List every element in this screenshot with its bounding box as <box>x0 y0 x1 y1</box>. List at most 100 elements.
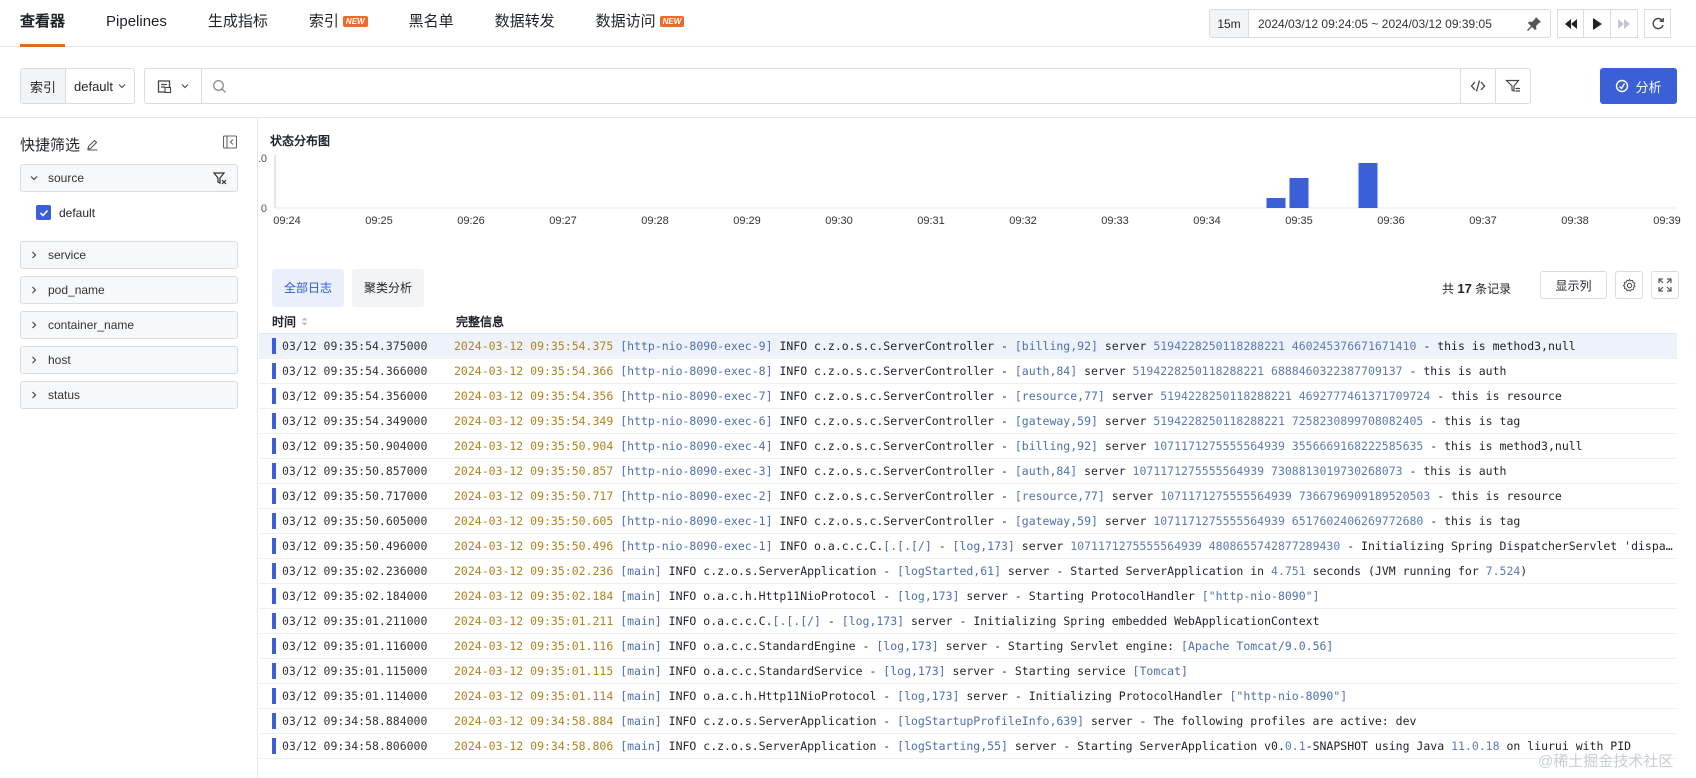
log-level-bar <box>272 613 276 629</box>
message-segment: 2024-03-12 09:35:54.349 <box>454 414 614 428</box>
checkbox-checked[interactable] <box>36 205 51 220</box>
code-icon <box>1470 80 1486 92</box>
message-segment: 2024-03-12 09:35:50.857 <box>454 464 614 478</box>
message-segment: ["http-nio-8090"] <box>1201 589 1320 603</box>
table-row[interactable]: 03/12 09:35:50.496000 2024-03-12 09:35:50… <box>259 534 1677 559</box>
table-row[interactable]: 03/12 09:35:50.904000 2024-03-12 09:35:50… <box>259 434 1677 459</box>
filter-option[interactable]: default <box>36 205 95 220</box>
table-row[interactable]: 03/12 09:35:50.605000 2024-03-12 09:35:50… <box>259 509 1677 534</box>
table-row[interactable]: 03/12 09:35:50.857000 2024-03-12 09:35:50… <box>259 459 1677 484</box>
row-message: 2024-03-12 09:35:54.349 [http-nio-8090-e… <box>454 414 1677 428</box>
table-row[interactable]: 03/12 09:35:54.349000 2024-03-12 09:35:54… <box>259 409 1677 434</box>
x-tick-label: 09:39 <box>1653 215 1681 227</box>
refresh-group <box>1644 9 1671 38</box>
fullscreen-icon <box>1658 278 1672 292</box>
filter-service[interactable]: service <box>20 241 238 269</box>
log-level-bar <box>272 338 276 354</box>
fullscreen-button[interactable] <box>1651 271 1679 299</box>
clear-filter-icon[interactable] <box>213 171 227 185</box>
table-row[interactable]: 03/12 09:35:01.114000 2024-03-12 09:35:01… <box>259 684 1677 709</box>
nav-tab-label: 黑名单 <box>408 13 454 30</box>
filter-source[interactable]: source <box>20 164 238 192</box>
show-columns-button[interactable]: 显示列 <box>1540 271 1607 299</box>
chart-bar[interactable] <box>1358 163 1378 208</box>
message-segment: - Initializing Spring DispatcherServlet … <box>1347 539 1677 553</box>
fast-forward-button[interactable] <box>1611 9 1638 38</box>
row-message: 2024-03-12 09:35:02.236 [main] INFO c.z.… <box>454 564 1677 578</box>
time-column-header[interactable]: 时间 <box>259 313 454 330</box>
nav-tab[interactable]: Pipelines <box>106 0 167 47</box>
edit-icon[interactable] <box>86 138 99 151</box>
message-segment: server <box>1104 389 1161 403</box>
chart-bar[interactable] <box>1289 178 1309 208</box>
table-row[interactable]: 03/12 09:35:02.236000 2024-03-12 09:35:02… <box>259 559 1677 584</box>
play-button[interactable] <box>1584 9 1611 38</box>
log-level-bar <box>272 588 276 604</box>
x-tick-label: 09:32 <box>1009 215 1037 227</box>
table-row[interactable]: 03/12 09:35:01.211000 2024-03-12 09:35:01… <box>259 609 1677 634</box>
table-row[interactable]: 03/12 09:35:54.375000 2024-03-12 09:35:54… <box>259 334 1677 359</box>
message-segment: server - The following profiles are acti… <box>1084 714 1417 728</box>
quick-range-button[interactable]: 15m <box>1209 9 1249 38</box>
collapse-sidebar-icon[interactable] <box>222 134 238 150</box>
log-level-bar <box>272 463 276 479</box>
filter-pod-name[interactable]: pod_name <box>20 276 238 304</box>
table-body: 03/12 09:35:54.375000 2024-03-12 09:35:54… <box>259 334 1677 759</box>
message-segment: INFO c.z.o.s.c.ServerController - <box>772 414 1015 428</box>
nav-tab[interactable]: 黑名单 <box>409 0 454 47</box>
query-input[interactable] <box>234 73 1414 99</box>
index-label: 索引 <box>21 69 66 103</box>
message-segment: [log,173] <box>897 689 960 703</box>
filter-container-name[interactable]: container_name <box>20 311 238 339</box>
table-row[interactable]: 03/12 09:35:02.184000 2024-03-12 09:35:02… <box>259 584 1677 609</box>
nav-tab[interactable]: 查看器 <box>20 0 66 47</box>
nav-tab[interactable]: 生成指标 <box>208 0 268 47</box>
code-mode-button[interactable] <box>1460 69 1495 103</box>
x-tick-label: 09:25 <box>365 215 393 227</box>
index-selector[interactable]: 索引 default <box>20 68 135 104</box>
sort-icon[interactable] <box>300 316 309 327</box>
nav-tab[interactable]: 数据转发 <box>495 0 555 47</box>
message-segment: [main] <box>620 714 662 728</box>
pin-icon[interactable] <box>1526 16 1542 32</box>
row-time: 03/12 09:35:01.211000 <box>282 614 428 628</box>
table-row[interactable]: 03/12 09:35:50.717000 2024-03-12 09:35:50… <box>259 484 1677 509</box>
message-segment: [main] <box>620 739 662 753</box>
table-row[interactable]: 03/12 09:35:54.356000 2024-03-12 09:35:54… <box>259 384 1677 409</box>
table-settings-button[interactable] <box>1615 271 1643 299</box>
message-segment: [main] <box>620 614 662 628</box>
time-range-bar: 15m 2024/03/12 09:24:05 ~ 2024/03/12 09:… <box>1209 9 1671 38</box>
search-icon <box>213 80 226 93</box>
log-tab[interactable]: 聚类分析 <box>352 269 425 307</box>
time-range-picker[interactable]: 2024/03/12 09:24:05 ~ 2024/03/12 09:39:0… <box>1249 9 1551 38</box>
table-row[interactable]: 03/12 09:34:58.806000 2024-03-12 09:34:58… <box>259 734 1677 759</box>
log-tab[interactable]: 全部日志 <box>272 269 345 307</box>
nav-tab[interactable]: 索引 NEW <box>309 0 368 47</box>
row-time: 03/12 09:34:58.884000 <box>282 714 428 728</box>
message-segment: INFO o.a.c.c.StandardService - <box>661 664 884 678</box>
table-row[interactable]: 03/12 09:35:01.115000 2024-03-12 09:35:01… <box>259 659 1677 684</box>
chart-bar[interactable] <box>1266 198 1286 208</box>
filter-settings-button[interactable] <box>1495 69 1530 103</box>
query-mode-button[interactable] <box>145 69 202 103</box>
rewind-button[interactable] <box>1557 9 1584 38</box>
analyze-button[interactable]: 分析 <box>1600 68 1677 104</box>
table-row[interactable]: 03/12 09:34:58.884000 2024-03-12 09:34:58… <box>259 709 1677 734</box>
message-segment: [auth,84] <box>1014 464 1078 478</box>
message-segment: - this is method3,null <box>1423 439 1583 453</box>
filter-status[interactable]: status <box>20 381 238 409</box>
index-dropdown[interactable]: default <box>66 69 134 103</box>
chevron-right-icon <box>32 286 37 294</box>
filter-host[interactable]: host <box>20 346 238 374</box>
message-segment: ["http-nio-8090"] <box>1229 689 1348 703</box>
x-tick-label: 09:28 <box>641 215 669 227</box>
nav-tab[interactable]: 数据访问 NEW <box>596 0 685 47</box>
filter-option-label: default <box>59 205 96 220</box>
nav-tab-label: Pipelines <box>106 13 167 30</box>
table-row[interactable]: 03/12 09:35:01.116000 2024-03-12 09:35:01… <box>259 634 1677 659</box>
table-row[interactable]: 03/12 09:35:54.366000 2024-03-12 09:35:54… <box>259 359 1677 384</box>
message-segment: [.[.[/] <box>772 614 821 628</box>
refresh-button[interactable] <box>1644 9 1671 38</box>
row-message: 2024-03-12 09:35:02.184 [main] INFO o.a.… <box>454 589 1677 603</box>
message-segment: - this is tag <box>1423 514 1521 528</box>
